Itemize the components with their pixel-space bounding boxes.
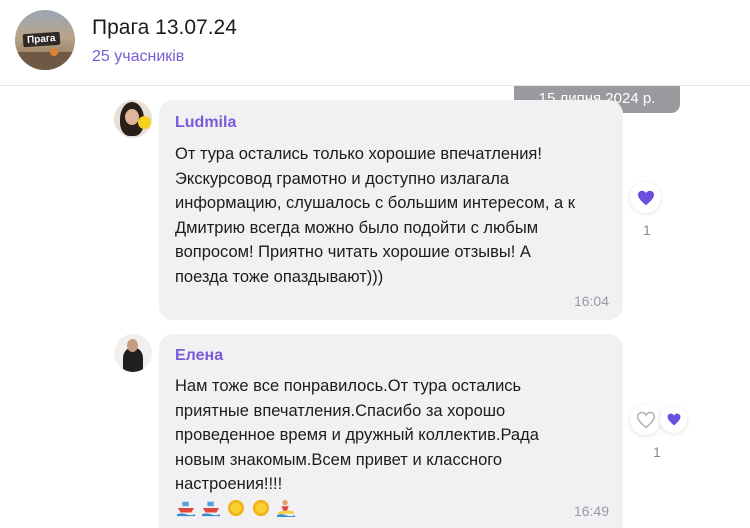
heart-outline-icon — [636, 411, 655, 428]
reaction-count: 1 — [643, 222, 651, 238]
message-time: 16:04 — [573, 293, 609, 309]
sun-emoji — [252, 499, 270, 516]
ship-emoji — [202, 501, 220, 516]
message-time: 16:49 — [573, 503, 609, 519]
message-bubble[interactable]: Ludmila От тура остались только хорошие … — [159, 100, 623, 320]
emoji-row — [175, 499, 302, 518]
sender-avatar[interactable] — [114, 100, 152, 138]
ship-emoji — [177, 501, 195, 516]
reaction-count: 1 — [653, 444, 661, 460]
avatar-figure-shape — [50, 48, 58, 56]
surfer-emoji — [277, 499, 295, 517]
participants-count[interactable]: 25 учасників — [92, 48, 184, 66]
sender-name[interactable]: Елена — [175, 347, 223, 365]
avatar-caption: Прага — [22, 31, 61, 48]
message-text: От тура остались только хорошие впечатле… — [175, 145, 575, 286]
heart-filled-icon — [637, 190, 654, 205]
avatar-flower-shape — [138, 116, 151, 129]
sender-name[interactable]: Ludmila — [175, 114, 236, 132]
chat-header: Прага Прага 13.07.24 25 учасників — [0, 0, 750, 86]
message-bubble[interactable]: Елена Нам тоже все понравилось.От тура о… — [159, 334, 623, 528]
sun-emoji — [227, 499, 245, 516]
message-text: Нам тоже все понравилось.От тура осталис… — [175, 374, 615, 521]
message-text-body: Нам тоже все понравилось.От тура осталис… — [175, 377, 539, 493]
heart-filled-icon — [667, 413, 680, 426]
reaction-heart-filled-button[interactable] — [630, 182, 661, 213]
avatar-face-shape — [125, 109, 139, 125]
chat-title[interactable]: Прага 13.07.24 — [92, 16, 237, 40]
avatar-road-shape — [15, 52, 75, 70]
group-avatar[interactable]: Прага — [15, 10, 75, 70]
sender-avatar[interactable] — [114, 334, 152, 372]
reaction-heart-filled-button[interactable] — [660, 406, 687, 433]
avatar-head-shape — [127, 339, 138, 352]
reaction-heart-outline-button[interactable] — [630, 404, 661, 435]
